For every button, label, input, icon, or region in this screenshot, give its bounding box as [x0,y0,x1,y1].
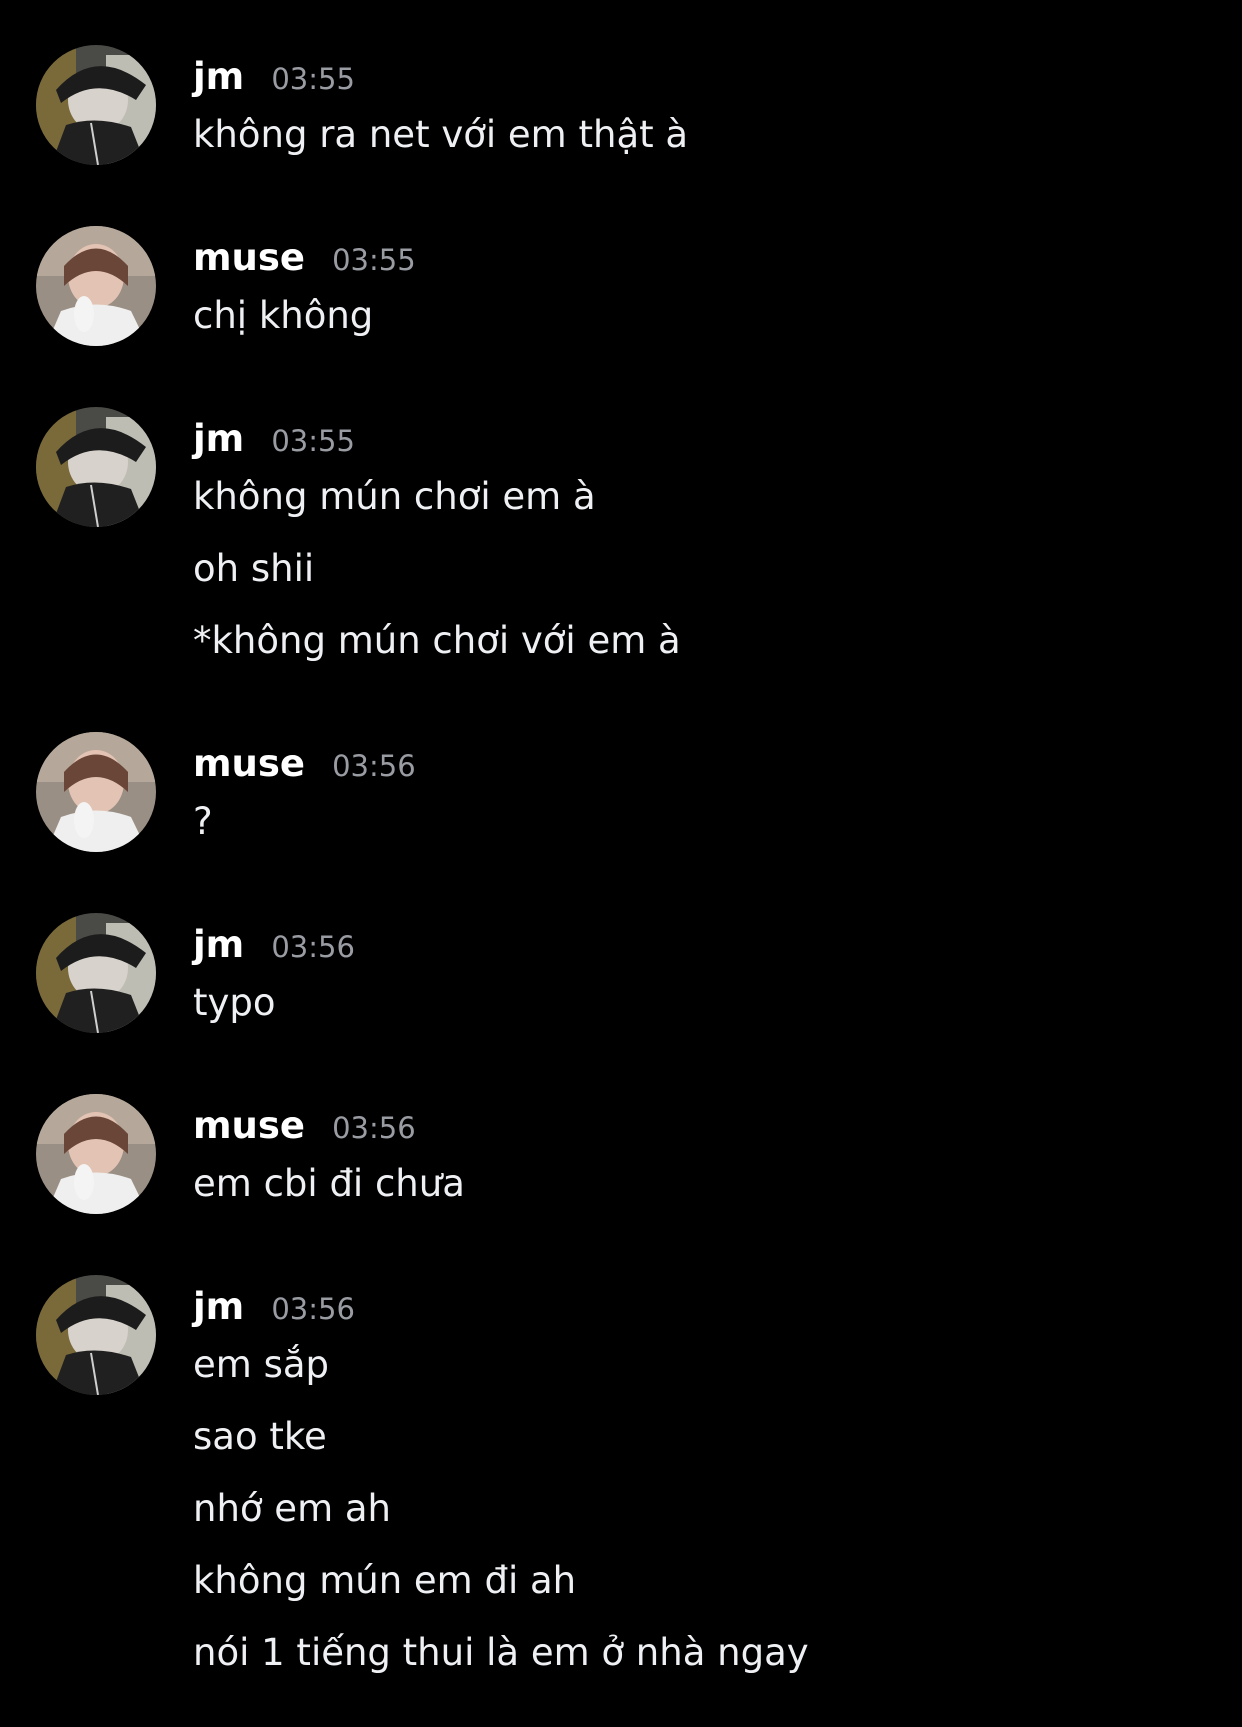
message-text: em sắp [193,1343,330,1386]
message-header: muse 03:56 [193,1104,416,1164]
message-text: oh shii [193,547,315,590]
avatar-muse[interactable] [36,226,156,346]
username[interactable]: muse [193,1104,305,1147]
username[interactable]: jm [193,923,244,966]
message-text: *không mún chơi với em à [193,619,681,662]
message-text: chị không [193,294,374,337]
message-text: ? [193,800,213,843]
username[interactable]: muse [193,742,305,785]
message-header: muse 03:55 [193,236,416,296]
avatar-jm[interactable] [36,45,156,165]
message-text: typo [193,981,276,1024]
timestamp: 03:55 [332,243,416,277]
message-header: jm 03:55 [193,55,355,115]
avatar-muse[interactable] [36,732,156,852]
message-text: nhớ em ah [193,1487,391,1530]
message-text: nói 1 tiếng thui là em ở nhà ngay [193,1631,809,1674]
message-header: jm 03:56 [193,1285,355,1345]
message-text: sao tke [193,1415,327,1458]
message-header: muse 03:56 [193,742,416,802]
avatar-jm[interactable] [36,407,156,527]
username[interactable]: jm [193,417,244,460]
username[interactable]: muse [193,236,305,279]
message-text: không ra net với em thật à [193,113,689,156]
message-text: không mún chơi em à [193,475,596,518]
avatar-jm[interactable] [36,1275,156,1395]
timestamp: 03:56 [271,930,355,964]
message-header: jm 03:55 [193,417,355,477]
username[interactable]: jm [193,55,244,98]
message-text: em cbi đi chưa [193,1162,465,1205]
timestamp: 03:55 [271,62,355,96]
timestamp: 03:56 [332,749,416,783]
avatar-jm[interactable] [36,913,156,1033]
timestamp: 03:56 [332,1111,416,1145]
timestamp: 03:55 [271,424,355,458]
message-header: jm 03:56 [193,923,355,983]
message-text: không mún em đi ah [193,1559,577,1602]
username[interactable]: jm [193,1285,244,1328]
timestamp: 03:56 [271,1292,355,1326]
avatar-muse[interactable] [36,1094,156,1214]
